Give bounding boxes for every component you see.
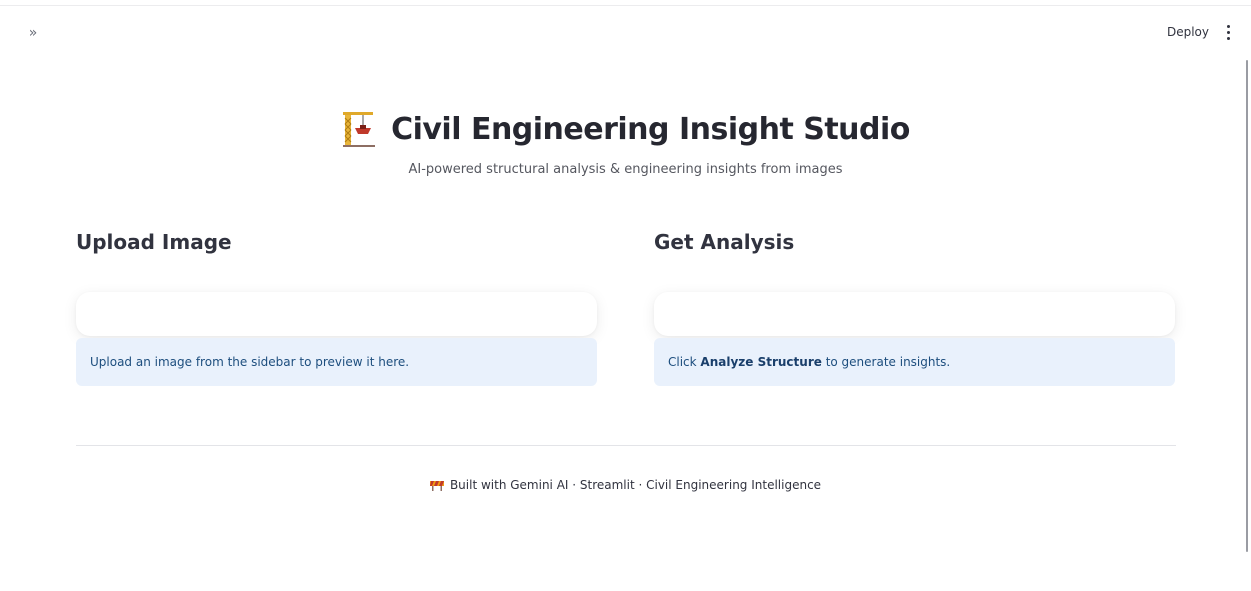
footer-divider — [76, 445, 1176, 446]
page-header: Civil Engineering Insight Studio AI-powe… — [0, 110, 1251, 177]
chevron-double-right-icon: » — [28, 25, 38, 41]
footer-text: Built with Gemini AI · Streamlit · Civil… — [449, 478, 822, 492]
main-menu-button[interactable] — [1223, 22, 1233, 42]
analysis-info-suffix: to generate insights. — [821, 355, 951, 369]
top-toolbar: Deploy — [1167, 22, 1233, 42]
page-title: Civil Engineering Insight Studio — [391, 111, 910, 147]
kebab-menu-icon — [1226, 24, 1230, 28]
upload-heading: Upload Image — [76, 230, 232, 254]
analysis-column: Get Analysis Click Analyze Structure to … — [654, 230, 1175, 386]
upload-info-alert: Upload an image from the sidebar to prev… — [76, 338, 597, 386]
footer: Built with Gemini AI · Streamlit · Civil… — [0, 478, 1251, 492]
upload-column: Upload Image Upload an image from the si… — [76, 230, 597, 386]
construction-crane-icon — [343, 112, 376, 147]
sidebar-expand-button[interactable]: » — [22, 22, 44, 44]
analysis-card — [654, 292, 1175, 336]
deploy-button[interactable]: Deploy — [1167, 25, 1209, 39]
page-subtitle: AI-powered structural analysis & enginee… — [408, 162, 843, 177]
construction-barrier-icon — [429, 481, 444, 491]
analysis-info-prefix: Click — [668, 355, 701, 369]
analysis-info-alert: Click Analyze Structure to generate insi… — [654, 338, 1175, 386]
analyze-structure-label: Analyze Structure — [700, 355, 822, 369]
analysis-heading: Get Analysis — [654, 230, 795, 254]
top-border — [0, 5, 1251, 6]
upload-info-text: Upload an image from the sidebar to prev… — [90, 355, 410, 369]
upload-card — [76, 292, 597, 336]
title-row: Civil Engineering Insight Studio — [341, 110, 910, 148]
app-root: » Deploy Civil Engineering Insight Studi… — [0, 0, 1251, 591]
